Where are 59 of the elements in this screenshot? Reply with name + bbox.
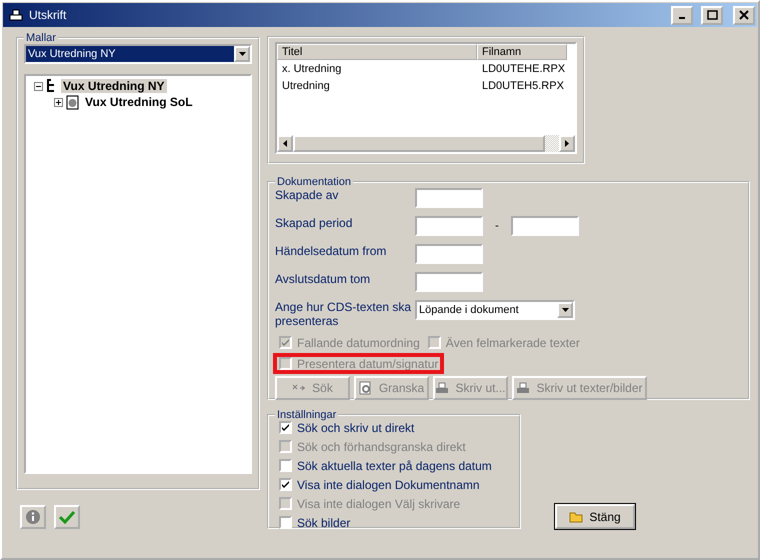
left-arrow-icon [283, 140, 287, 147]
minimize-button[interactable] [671, 6, 693, 24]
checkbox[interactable]: Sök bilder [275, 514, 513, 531]
folder-icon [569, 510, 584, 522]
right-arrow-icon [565, 140, 569, 147]
checkmark-icon [59, 510, 75, 524]
printer-icon [9, 9, 23, 21]
field-label: Händelsedatum from [275, 244, 388, 258]
horizontal-scrollbar[interactable] [277, 135, 575, 152]
scroll-thumb[interactable] [293, 135, 545, 152]
template-dropdown[interactable]: Vux Utredning NY [24, 44, 252, 64]
info-button[interactable] [20, 505, 46, 529]
input-field[interactable] [415, 244, 483, 264]
table-cell-text: LD0UTEHE.RPX [481, 62, 566, 74]
check-icon [281, 338, 290, 346]
document-icon [66, 94, 80, 110]
window-title: Utskrift [29, 8, 68, 22]
info-icon [25, 509, 41, 525]
expand-icon[interactable] [54, 98, 63, 106]
maximize-button[interactable] [701, 6, 723, 24]
collapse-icon[interactable] [34, 82, 43, 90]
check-icon [281, 424, 290, 432]
checkbox[interactable]: Sök aktuella texter på dagens datum [275, 457, 513, 474]
field-label: Avslutsdatum tom [275, 272, 372, 286]
ok-button[interactable] [54, 505, 80, 529]
magnifier-page-icon [358, 381, 373, 395]
group-label: Dokumentation [276, 176, 352, 188]
printer-icon [435, 382, 450, 394]
check-icon [281, 480, 290, 488]
table-cell-text: LD0UTEH5.RPX [481, 80, 565, 92]
range-separator: - [494, 219, 500, 234]
table-cell-text: Utredning [281, 80, 331, 92]
tree-item[interactable]: Vux Utredning NY [61, 79, 167, 93]
scroll-track[interactable] [545, 135, 559, 152]
column-header[interactable]: Titel [277, 44, 477, 60]
field-label: Ange hur CDS-texten ska presenteras [275, 300, 412, 328]
input-field[interactable] [415, 272, 483, 292]
close-dialog-button[interactable]: Stäng [555, 504, 635, 529]
checkbox[interactable]: Sök och skriv ut direkt [275, 419, 513, 436]
close-button[interactable] [733, 6, 755, 24]
search-icon [292, 383, 306, 393]
field-label: Skapade av [275, 188, 340, 202]
minimize-icon [679, 17, 685, 19]
presentation-dropdown[interactable]: Löpande i dokument [415, 300, 575, 320]
group-label: Inställningar [276, 409, 338, 421]
scroll-left-button[interactable] [277, 135, 293, 152]
printer-icon [516, 382, 530, 394]
input-field[interactable] [511, 216, 579, 236]
checkbox[interactable]: Visa inte dialogen Dokumentnamn [275, 476, 513, 493]
maximize-icon [706, 10, 718, 20]
scroll-right-button[interactable] [559, 135, 575, 152]
tree-item[interactable]: Vux Utredning SoL [83, 95, 195, 109]
field-label: Skapad period [275, 216, 354, 230]
column-header[interactable]: Filnamn [477, 44, 567, 60]
input-field[interactable] [415, 188, 483, 208]
input-field[interactable] [415, 216, 483, 236]
group-label: Mallar [25, 32, 57, 44]
close-icon [739, 10, 749, 20]
table-cell-text: x. Utredning [281, 62, 342, 74]
